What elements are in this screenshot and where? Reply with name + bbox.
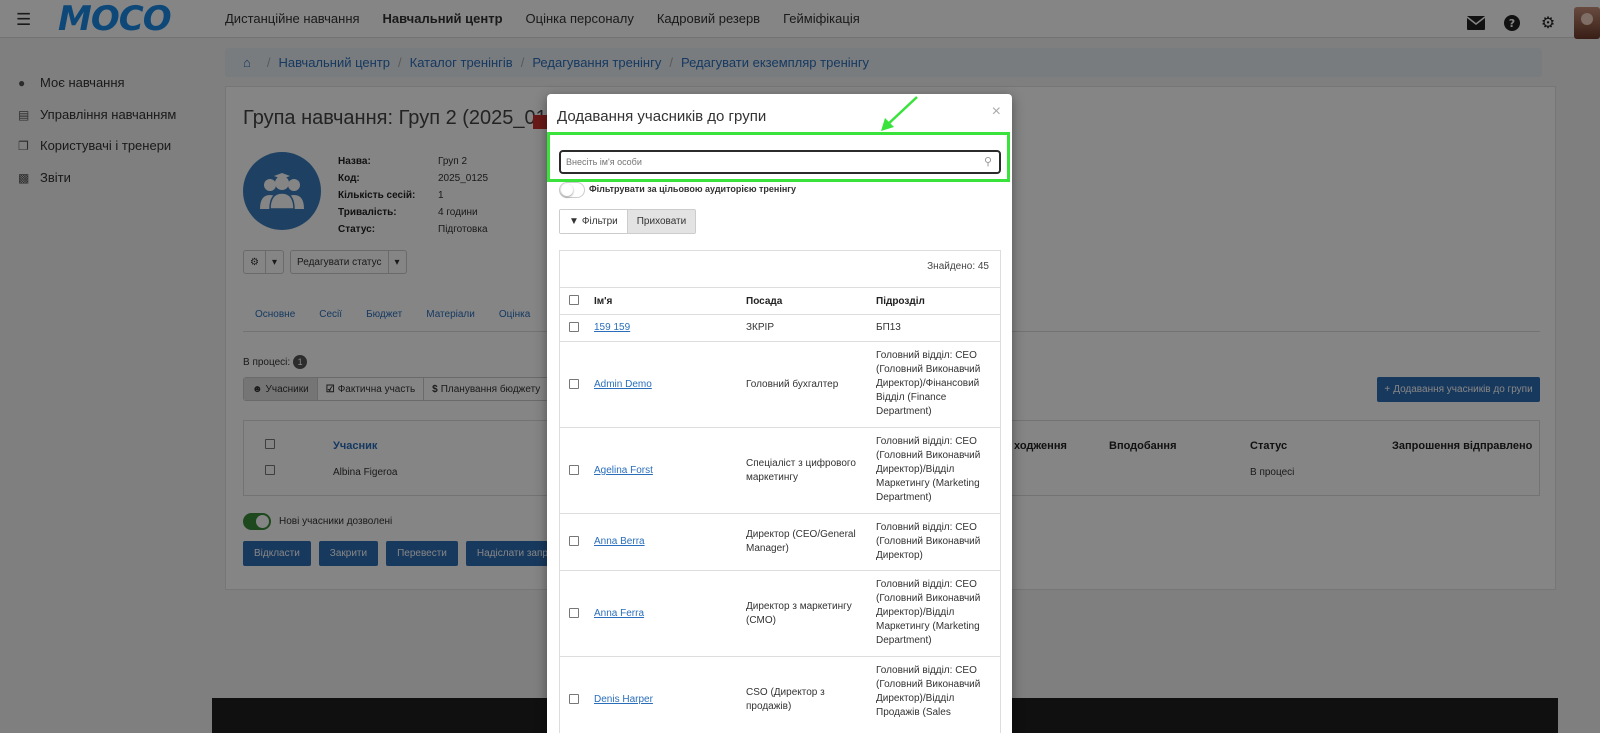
search-icon[interactable]: ⚲ bbox=[984, 155, 992, 168]
person-name-link[interactable]: Anna Berra bbox=[594, 535, 645, 549]
person-department: Головний відділ: CEO (Головний Виконавчи… bbox=[876, 350, 981, 417]
column-header-department: Підрозділ bbox=[876, 296, 925, 307]
person-department: БП13 bbox=[876, 322, 901, 333]
found-count: Знайдено: 45 bbox=[927, 261, 989, 272]
person-department: Головний відділ: CEO (Головний Виконавчи… bbox=[876, 579, 981, 646]
column-header-name: Ім'я bbox=[594, 296, 613, 307]
row-checkbox[interactable] bbox=[569, 465, 579, 475]
close-icon[interactable]: × bbox=[992, 103, 1001, 121]
filters-button[interactable]: ▼ Фільтри bbox=[560, 210, 627, 233]
row-checkbox[interactable] bbox=[569, 694, 579, 704]
hide-button[interactable]: Приховати bbox=[626, 210, 696, 233]
person-search: ⚲ bbox=[559, 150, 1001, 174]
person-department: Головний відділ: CEO (Головний Виконавчи… bbox=[876, 665, 981, 718]
table-row: Admin Demo Головний бухгалтер Головний в… bbox=[560, 342, 1000, 428]
modal-title: Додавання учасників до групи bbox=[557, 108, 767, 125]
person-department: Головний відділ: CEO (Головний Виконавчи… bbox=[876, 436, 981, 503]
filters-label: Фільтри bbox=[581, 216, 618, 227]
filter-icon: ▼ bbox=[569, 216, 579, 227]
person-position: ЗКРІР bbox=[746, 322, 774, 333]
person-search-input[interactable] bbox=[566, 152, 976, 172]
person-name-link[interactable]: 159 159 bbox=[594, 321, 630, 335]
table-row: 159 159 ЗКРІР БП13 bbox=[560, 315, 1000, 342]
person-position: CSO (Директор з продажів) bbox=[746, 687, 825, 712]
row-checkbox[interactable] bbox=[569, 379, 579, 389]
row-checkbox[interactable] bbox=[569, 536, 579, 546]
table-row: Denis Harper CSO (Директор з продажів) Г… bbox=[560, 657, 1000, 733]
select-all-checkbox[interactable] bbox=[569, 295, 579, 305]
annotation-arrow-icon bbox=[881, 96, 918, 131]
person-position: Директор з маркетингу (CMO) bbox=[746, 601, 852, 626]
column-header-position: Посада bbox=[746, 296, 783, 307]
row-checkbox[interactable] bbox=[569, 608, 579, 618]
person-position: Спеціаліст з цифрового маркетингу bbox=[746, 458, 856, 483]
results-panel: Знайдено: 45 Ім'я Посада Підрозділ 159 1… bbox=[559, 250, 1001, 733]
person-name-link[interactable]: Admin Demo bbox=[594, 378, 652, 392]
row-checkbox[interactable] bbox=[569, 322, 579, 332]
person-position: Директор (CEO/General Manager) bbox=[746, 529, 856, 554]
person-name-link[interactable]: Denis Harper bbox=[594, 693, 653, 707]
person-name-link[interactable]: Agelina Forst bbox=[594, 464, 653, 478]
table-row: Anna Berra Директор (CEO/General Manager… bbox=[560, 514, 1000, 571]
person-department: Головний відділ: CEO (Головний Виконавчи… bbox=[876, 522, 981, 561]
results-table-header: Ім'я Посада Підрозділ bbox=[560, 287, 1000, 315]
filter-buttons: ▼ Фільтри Приховати bbox=[559, 209, 697, 234]
person-position: Головний бухгалтер bbox=[746, 379, 839, 390]
target-audience-filter-label: Фільтрувати за цільовою аудиторією трені… bbox=[589, 184, 797, 194]
table-row: Anna Ferra Директор з маркетингу (CMO) Г… bbox=[560, 571, 1000, 657]
add-participants-modal: Додавання учасників до групи × ⚲ Фільтру… bbox=[547, 94, 1012, 733]
target-audience-filter-toggle[interactable] bbox=[559, 182, 585, 198]
person-name-link[interactable]: Anna Ferra bbox=[594, 607, 644, 621]
table-row: Agelina Forst Спеціаліст з цифрового мар… bbox=[560, 428, 1000, 514]
